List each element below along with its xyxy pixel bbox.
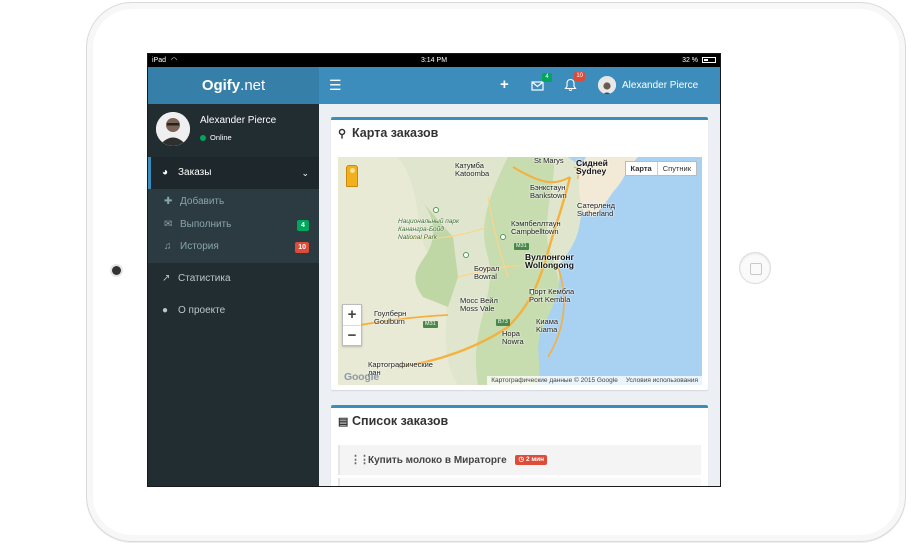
map-place-label: Нора Nowra	[502, 329, 524, 346]
time-badge: ◷ 2 мин	[515, 455, 548, 466]
user-panel: Alexander Pierce Online	[148, 104, 319, 151]
github-icon: ●	[162, 304, 169, 316]
status-label: Online	[210, 133, 232, 142]
map-place-label: Мосс Вейл Moss Vale	[460, 296, 498, 313]
terms-link[interactable]: Условия использования	[626, 377, 698, 384]
messages-badge: 4	[542, 73, 552, 82]
google-logo: Google	[344, 371, 379, 383]
sidebar-item-about[interactable]: ● О проекте	[148, 295, 319, 327]
chevron-down-icon: ⌄	[301, 168, 309, 178]
list-item[interactable]	[338, 478, 701, 486]
box-title: ⚲ Карта заказов	[331, 120, 708, 146]
user-status: Online	[200, 133, 232, 142]
street-view-icon[interactable]	[346, 165, 358, 187]
map-place-label: Киама Kiama	[536, 317, 559, 334]
map-place-label: Порт Кембла Port Kembla	[529, 287, 575, 304]
map-place-label: Вуллонгонг Wollongong	[525, 252, 575, 270]
map-marker-icon: ⚲	[338, 128, 347, 140]
logo-rest: .net	[240, 77, 266, 94]
home-button[interactable]	[739, 252, 771, 284]
sidebar-user-name: Alexander Pierce	[200, 115, 277, 126]
user-menu[interactable]: Alexander Pierce	[598, 67, 698, 104]
plus-icon: ✚	[164, 196, 173, 207]
task-text: Купить молоко в Мираторге	[368, 455, 507, 466]
map-place-label: Кэмпбеллтаун Campbelltown	[511, 219, 561, 236]
map-type-map[interactable]: Карта	[626, 162, 658, 175]
map-place-label: Сатерленд Sutherland	[577, 201, 616, 218]
drag-handle-icon[interactable]: ⋮⋮	[350, 445, 370, 475]
battery-label: 32 %	[682, 57, 699, 64]
clock-icon: ◷	[518, 456, 525, 464]
sidebar-item-label: Добавить	[180, 196, 225, 207]
map-place-label: Боурал Bowral	[474, 264, 500, 281]
map-place-label: Катумба Katoomba	[455, 161, 490, 178]
sidebar-item-label: История	[180, 241, 219, 252]
battery-icon	[702, 57, 716, 64]
list-item[interactable]: ⋮⋮Купить молоко в Мираторге ◷ 2 мин	[338, 445, 701, 475]
avatar	[598, 76, 616, 95]
dashboard-icon: ◕	[162, 167, 169, 178]
top-navbar: ☰ + 4 10 Alexander Pierce	[319, 67, 720, 104]
notifications-badge: 10	[574, 72, 585, 81]
sidebar: Alexander Pierce Online ◕ Заказы ⌄ ✚ Добав…	[148, 104, 319, 486]
sidebar-item-label: Выполнить	[180, 218, 232, 230]
time-label: 2 мин	[525, 456, 545, 464]
user-name: Alexander Pierce	[622, 80, 699, 91]
sidebar-item-execute[interactable]: ✉ Выполнить 4	[148, 214, 319, 237]
plus-icon[interactable]: +	[500, 67, 509, 103]
map-type-satellite[interactable]: Спутник	[658, 162, 696, 175]
sidebar-item-stats[interactable]: ↗ Статистика	[148, 263, 319, 295]
map-place-label: Сидней Sydney	[576, 158, 608, 176]
map-type-switch: Карта Спутник	[624, 161, 697, 176]
history-count-badge: 10	[295, 242, 309, 253]
map-terrain	[338, 157, 702, 385]
sidebar-item-history[interactable]: ♫ История 10	[148, 236, 319, 259]
box-title: ▤ Список заказов	[331, 408, 708, 434]
map-place-label: Бэнкстаун Bankstown	[530, 183, 567, 200]
list-box-title: Список заказов	[352, 414, 449, 428]
hamburger-icon[interactable]: ☰	[329, 67, 342, 104]
line-chart-icon: ↗	[162, 272, 171, 284]
messages-button[interactable]: 4	[531, 73, 552, 92]
avatar	[156, 112, 190, 146]
logo[interactable]: Ogify.net	[148, 67, 319, 104]
map-box-title: Карта заказов	[352, 126, 439, 140]
sidebar-item-label: Заказы	[178, 167, 212, 178]
map-place-label: Национальный парк Канангра-Бойд National P…	[398, 218, 460, 241]
zoom-out-button[interactable]: −	[343, 325, 361, 345]
zoom-control: + −	[342, 304, 362, 346]
notifications-button[interactable]: 10	[564, 72, 585, 92]
orders-list-box: ▤ Список заказов ⋮⋮Купить молоко в Мирато…	[331, 405, 708, 486]
map-attribution: Картографические данные © 2015 Google Усл…	[487, 376, 702, 385]
bell-icon: ♫	[164, 241, 172, 252]
camera-icon	[112, 266, 121, 275]
highway-shield: M31	[514, 243, 529, 250]
sidebar-item-orders[interactable]: ◕ Заказы ⌄	[148, 157, 319, 189]
highway-shield: M31	[423, 321, 438, 328]
status-dot-icon	[200, 135, 206, 142]
execute-count-badge: 4	[297, 219, 309, 231]
highway-shield: B73	[496, 319, 510, 326]
main-content: ⚲ Карта заказов Карта Спутник Катумба Ka…	[319, 104, 720, 486]
orders-submenu: ✚ Добавить ✉ Выполнить 4 ♫ История 10	[148, 189, 319, 263]
orders-map-box: ⚲ Карта заказов Карта Спутник Катумба Ka…	[331, 117, 708, 390]
zoom-in-button[interactable]: +	[343, 305, 361, 325]
status-bar: iPad ◠ 3:14 PM 32 %	[148, 54, 720, 67]
sidebar-item-label: О проекте	[178, 304, 226, 316]
sidebar-item-add[interactable]: ✚ Добавить	[148, 191, 319, 214]
envelope-icon: ✉	[164, 218, 173, 230]
map-place-label: Гоулберн Goulburn	[374, 309, 407, 326]
map-place-label: St Marys	[534, 157, 564, 165]
logo-bold: Ogify	[201, 77, 241, 94]
clock: 3:14 PM	[420, 57, 448, 64]
clipboard-icon: ▤	[338, 416, 349, 428]
screen: iPad ◠ 3:14 PM 32 % Ogify.net ☰ + 4 10 A…	[147, 53, 721, 487]
sidebar-item-label: Статистика	[178, 272, 231, 284]
map[interactable]: Карта Спутник Катумба Katoomba St Marys С…	[338, 157, 702, 385]
attribution-text: Картографические данные © 2015 Google	[491, 377, 618, 384]
battery-status: 32 %	[682, 54, 716, 67]
